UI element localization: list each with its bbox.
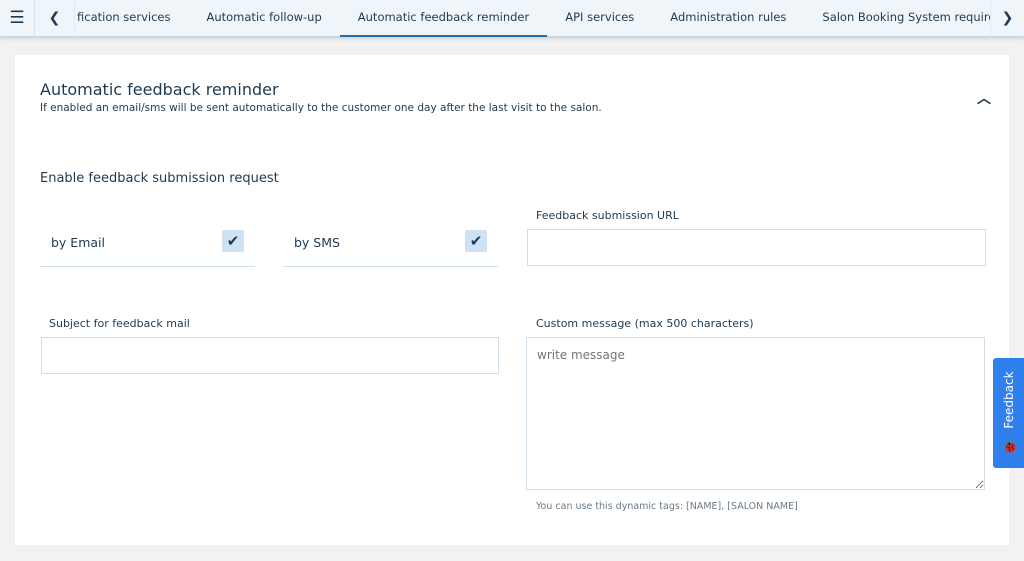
tab-navigation: ☰ ❮ fication services Automatic follow-u… [0,0,1024,37]
url-label: Feedback submission URL [536,209,679,222]
section-title: Automatic feedback reminder [40,80,279,99]
tab-administration-rules[interactable]: Administration rules [652,0,804,37]
scroll-left-icon[interactable]: ❮ [35,0,75,37]
by-email-label: by Email [51,235,105,250]
feedback-url-input[interactable] [527,229,986,266]
check-icon: ✔ [469,232,483,250]
tab-api-services[interactable]: API services [547,0,652,37]
by-email-option[interactable]: by Email ✔ [40,215,255,267]
tab-automatic-feedback-reminder[interactable]: Automatic feedback reminder [339,0,548,37]
tab-notification-services[interactable]: fication services [75,0,188,37]
menu-icon[interactable]: ☰ [0,0,35,37]
tab-automatic-follow-up[interactable]: Automatic follow-up [188,0,339,37]
dynamic-tags-hint: You can use this dynamic tags: [NAME], [… [536,501,798,512]
subject-label: Subject for feedback mail [49,317,190,330]
tab-required-pages[interactable]: Salon Booking System required pages [804,0,990,37]
subject-input[interactable] [41,337,499,374]
by-sms-label: by SMS [294,235,340,250]
check-icon: ✔ [226,232,240,250]
section-subtitle: If enabled an email/sms will be sent aut… [40,102,602,114]
scroll-right-icon[interactable]: ❯ [990,0,1024,37]
by-sms-option[interactable]: by SMS ✔ [283,215,498,267]
feedback-label: Feedback [1001,371,1016,429]
feedback-reminder-card: Automatic feedback reminder If enabled a… [15,55,1009,545]
feedback-button[interactable]: Feedback 🐞 [993,358,1024,468]
custom-message-textarea[interactable] [526,337,985,490]
chevron-up-icon[interactable]: ︿ [977,88,991,108]
by-sms-checkbox[interactable]: ✔ [465,230,487,252]
enable-label: Enable feedback submission request [40,171,279,186]
bug-icon: 🐞 [1002,440,1019,455]
by-email-checkbox[interactable]: ✔ [222,230,244,252]
message-label: Custom message (max 500 characters) [536,317,754,330]
